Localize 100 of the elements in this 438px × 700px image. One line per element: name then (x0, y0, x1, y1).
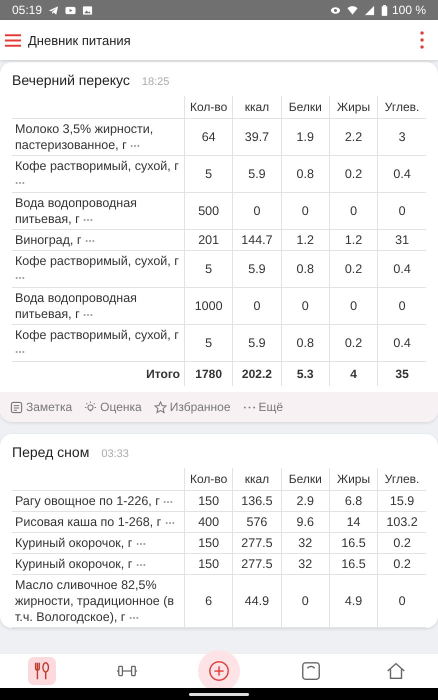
column-header: Жиры (329, 468, 378, 490)
food-name-cell[interactable]: Масло сливочное 82,5% жирности, традиционное (в т.ч. Вологодское), г (12, 574, 184, 628)
table-cell: 0.2 (329, 250, 378, 288)
food-name-cell[interactable]: Виноград, г (12, 230, 184, 250)
app-title: Дневник питания (28, 32, 131, 48)
more-icon[interactable] (83, 218, 94, 222)
action-button[interactable]: Избранное (154, 400, 231, 414)
note-icon (10, 400, 23, 414)
table-cell: 103.2 (378, 512, 426, 532)
play-icon (65, 4, 76, 16)
table-cell: 32 (281, 532, 330, 554)
eye-icon (330, 4, 341, 16)
column-header: Кол-во (184, 96, 233, 118)
column-header: ккал (232, 468, 282, 490)
table-cell: 6.8 (329, 490, 378, 512)
column-header: Белки (281, 468, 330, 490)
column-header: Кол-во (184, 468, 233, 490)
table-cell: 5.9 (232, 156, 282, 192)
table-cell: 16.5 (329, 554, 378, 574)
table-cell: 16.5 (329, 532, 378, 554)
food-name-cell[interactable]: Молоко 3,5% жирности, пастеризованное, г (12, 118, 184, 156)
signal-icon (364, 4, 375, 16)
food-name-cell[interactable]: Рагу овощное по 1-226, г (12, 490, 184, 512)
food-name-cell[interactable]: Кофе растворимый, сухой, г (12, 156, 184, 192)
meal-time: 03:33 (101, 448, 129, 460)
total-cell: 1780 (184, 362, 233, 386)
table-cell: 4.9 (329, 574, 378, 628)
table-cell: 15.9 (378, 490, 426, 512)
meal-title: Перед сном (12, 444, 90, 460)
food-name-cell[interactable]: Вода водопроводная питьевая, г (12, 192, 184, 230)
more-icon[interactable] (136, 542, 146, 546)
star-icon (154, 400, 167, 414)
table-cell: 0.2 (329, 324, 378, 362)
table-cell: 0 (281, 192, 330, 230)
table-cell: 5.9 (232, 250, 282, 288)
table-cell: 576 (232, 512, 282, 532)
table-cell: 400 (184, 512, 233, 532)
table-cell: 1000 (184, 288, 233, 324)
telegram-icon (48, 4, 60, 16)
column-header: Углев. (378, 468, 426, 490)
status-time: 05:19 (12, 3, 42, 17)
food-name-cell[interactable]: Рисовая каша по 1-268, г (12, 512, 184, 532)
total-cell: 4 (329, 362, 378, 386)
table-cell: 0 (329, 288, 378, 324)
more-icon[interactable] (15, 276, 25, 280)
total-label: Итого (12, 362, 184, 386)
table-cell: 150 (184, 554, 233, 574)
table-cell: 64 (184, 118, 233, 156)
food-name-cell[interactable]: Куриный окорочок, г (12, 532, 184, 554)
table-cell: 136.5 (232, 490, 282, 512)
food-name-cell[interactable]: Кофе растворимый, сухой, г (12, 250, 184, 288)
table-cell: 1.2 (281, 230, 330, 250)
table-cell: 32 (281, 554, 330, 574)
total-cell: 35 (378, 362, 426, 386)
action-button[interactable]: Заметка (10, 400, 72, 414)
table-cell: 2.2 (329, 118, 378, 156)
table-cell: 277.5 (232, 532, 282, 554)
more-icon[interactable] (83, 312, 94, 317)
menu-icon[interactable] (5, 34, 21, 46)
more-icon[interactable] (136, 562, 146, 567)
more-icon[interactable] (164, 520, 175, 525)
table-cell: 0 (378, 574, 426, 628)
table-cell: 0.4 (378, 324, 426, 362)
table-cell: 0 (281, 288, 330, 324)
table-cell: 1.9 (281, 118, 330, 156)
more-icon[interactable] (84, 238, 95, 243)
table-cell: 5 (184, 250, 233, 288)
table-cell: 0.8 (281, 250, 330, 288)
table-cell: 201 (184, 230, 233, 250)
more-icon[interactable] (15, 180, 25, 185)
table-cell: 150 (184, 532, 233, 554)
home-gesture-bar[interactable] (189, 692, 249, 696)
more-icon[interactable] (130, 144, 140, 148)
table-cell: 0 (378, 192, 426, 230)
column-header: Белки (281, 96, 330, 118)
food-name-cell[interactable]: Вода водопроводная питьевая, г (12, 288, 184, 324)
table-cell: 9.6 (281, 512, 330, 532)
table-cell: 277.5 (232, 554, 282, 574)
table-cell: 0.8 (281, 324, 330, 362)
food-name-cell[interactable]: Кофе растворимый, сухой, г (12, 324, 184, 362)
more-icon[interactable] (128, 616, 139, 620)
more-icon[interactable] (15, 350, 25, 354)
add-icon (208, 660, 230, 682)
table-cell: 5 (184, 156, 233, 192)
table-cell: 31 (378, 230, 426, 250)
table-cell: 0.4 (378, 156, 426, 192)
more-icon[interactable] (163, 500, 174, 504)
wifi-icon (346, 4, 358, 16)
battery-icon (380, 4, 388, 16)
more-options-icon[interactable] (420, 31, 424, 49)
table-cell: 5 (184, 324, 233, 362)
table-cell: 3 (378, 118, 426, 156)
table-cell: 0 (378, 288, 426, 324)
table-cell: 2.9 (281, 490, 330, 512)
action-button[interactable]: Оценка (84, 400, 142, 414)
food-name-cell[interactable]: Куриный окорочок, г (12, 554, 184, 574)
action-button[interactable]: Ещё (242, 400, 284, 414)
home-icon (384, 660, 407, 682)
table-cell: 0.2 (378, 532, 426, 554)
table-cell: 39.7 (232, 118, 282, 156)
